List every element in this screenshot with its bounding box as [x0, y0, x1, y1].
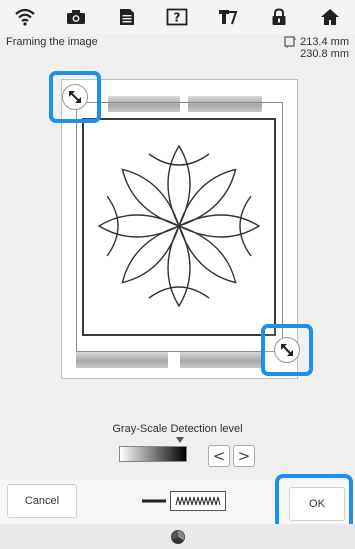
increase-level-button[interactable]: > [233, 445, 255, 467]
embroidery-size: 213.4 mm 230.8 mm [284, 36, 349, 60]
screen: ? Framing the image 213.4 mm 230.8 mm Gr… [0, 0, 355, 549]
frame-grip-bottom-right [180, 352, 262, 368]
line-style-selector[interactable] [139, 488, 229, 514]
flower-design [97, 144, 261, 308]
cancel-button[interactable]: Cancel [7, 484, 77, 518]
bottom-strip [0, 524, 355, 549]
resize-handle-top-left[interactable] [62, 84, 88, 110]
zigzag-stitch-icon [170, 491, 226, 511]
top-toolbar: ? [0, 0, 355, 34]
wifi-icon[interactable] [10, 4, 40, 30]
help-glyph: ? [174, 11, 181, 25]
home-icon[interactable] [315, 4, 345, 30]
thread-icon[interactable] [213, 4, 243, 30]
grayscale-detection-label: Gray-Scale Detection level [112, 423, 243, 435]
hoop-frame-inner [82, 118, 276, 336]
decrease-level-button[interactable]: < [208, 445, 230, 467]
frame-size-icon [284, 36, 297, 48]
settings-dial-icon[interactable] [170, 529, 186, 545]
solid-line-icon [142, 499, 166, 503]
size-height: 230.8 mm [300, 48, 349, 60]
document-icon[interactable] [112, 4, 142, 30]
action-bar: Cancel OK [0, 474, 355, 538]
grayscale-level-bar [119, 446, 187, 462]
lock-icon[interactable] [264, 4, 294, 30]
size-width: 213.4 mm [300, 36, 349, 48]
page-title: Framing the image [6, 36, 98, 48]
frame-grip-bottom-left [76, 352, 168, 368]
help-icon[interactable]: ? [162, 4, 192, 30]
ok-button[interactable]: OK [289, 487, 345, 521]
diagonal-resize-icon [281, 344, 293, 356]
diagonal-resize-icon [69, 91, 81, 103]
camera-icon[interactable] [61, 4, 91, 30]
resize-handle-bottom-right[interactable] [274, 337, 300, 363]
grayscale-level-pointer [176, 437, 184, 443]
